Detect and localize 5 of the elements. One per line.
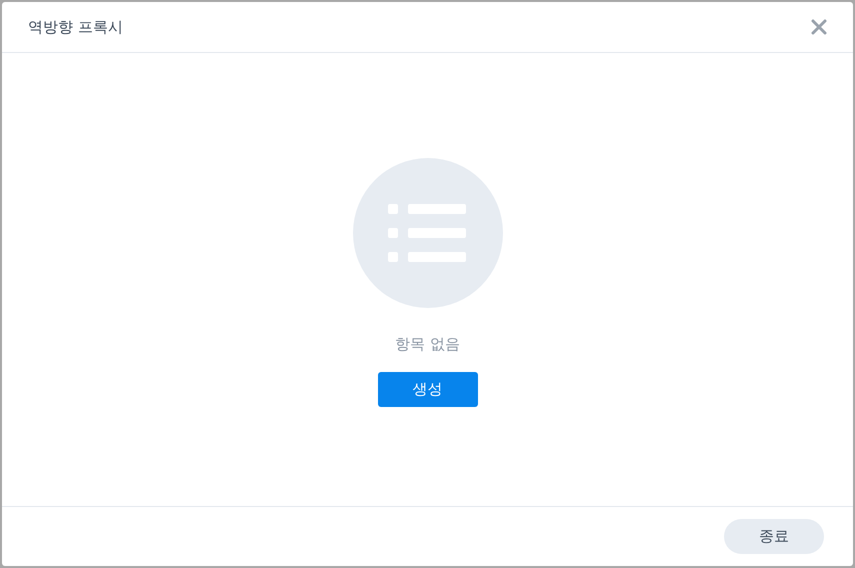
close-dialog-button[interactable]: 종료 (724, 519, 824, 554)
close-button[interactable] (811, 19, 827, 35)
create-button[interactable]: 생성 (378, 372, 478, 407)
dialog-title: 역방향 프록시 (28, 18, 123, 36)
empty-message: 항목 없음 (395, 335, 460, 354)
